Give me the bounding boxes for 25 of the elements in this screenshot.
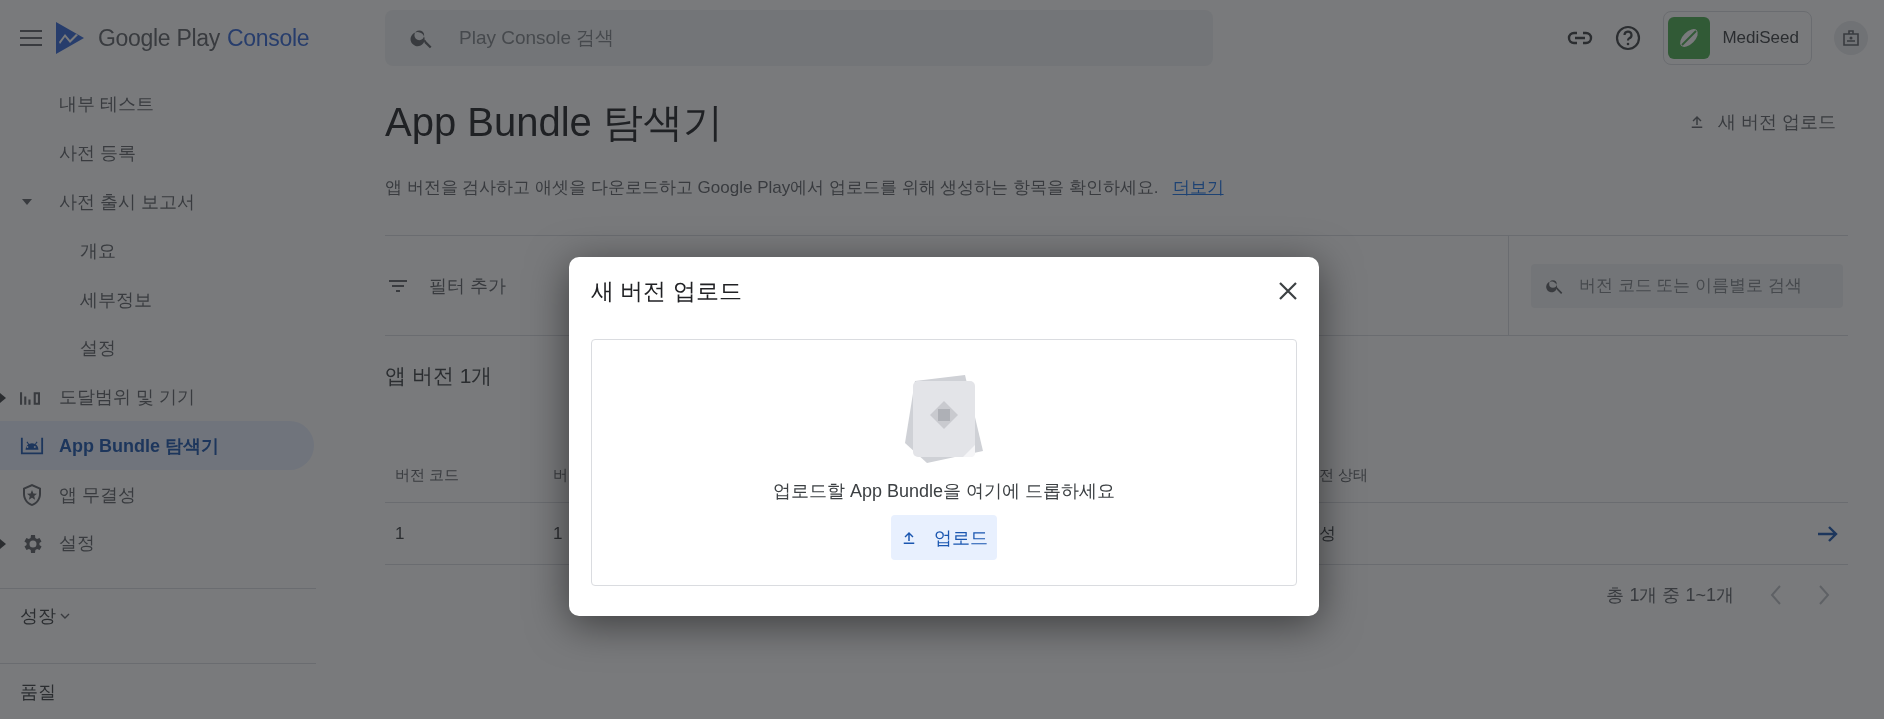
nav-label: 도달범위 및 기기 (59, 386, 195, 410)
nav-label: 사전 출시 보고서 (59, 190, 195, 214)
table-cell: 1 (553, 523, 563, 544)
nav-label: 개요 (80, 239, 116, 263)
pagination-label: 총 1개 중 1~1개 (1606, 584, 1734, 607)
nav-label: 내부 테스트 (59, 93, 154, 117)
version-count: 앱 버전 1개 (385, 363, 494, 389)
account-name: MediSeed (1722, 28, 1799, 48)
drop-instruction: 업로드할 App Bundle을 여기에 드롭하세요 (772, 480, 1116, 503)
table-cell-text: 성 (1319, 523, 1336, 545)
nav-label: 앱 무결성 (59, 483, 136, 507)
product-name: Console (227, 24, 310, 52)
page-description: 앱 버전을 검사하고 애셋을 다운로드하고 Google Play에서 업로드를 위해 생성하는 항목을 확인하세요. 더보기 (385, 177, 1225, 199)
nav-label: 설정 (59, 532, 95, 556)
nav-label: 사전 등록 (59, 142, 136, 166)
nav-label: App Bundle 탐색기 (59, 434, 219, 458)
nav-label: 설정 (80, 337, 116, 361)
nav-label: 세부정보 (80, 288, 152, 312)
table-cell: 1 (395, 523, 405, 544)
column-header: 버전 코드 (395, 465, 460, 485)
section-label: 성장 (20, 605, 56, 629)
brand-name: Google Play (98, 24, 220, 52)
section-label: 품질 (20, 680, 56, 704)
page-title: App Bundle 탐색기 (385, 98, 723, 146)
dialog-title: 새 버전 업로드 (591, 276, 742, 306)
